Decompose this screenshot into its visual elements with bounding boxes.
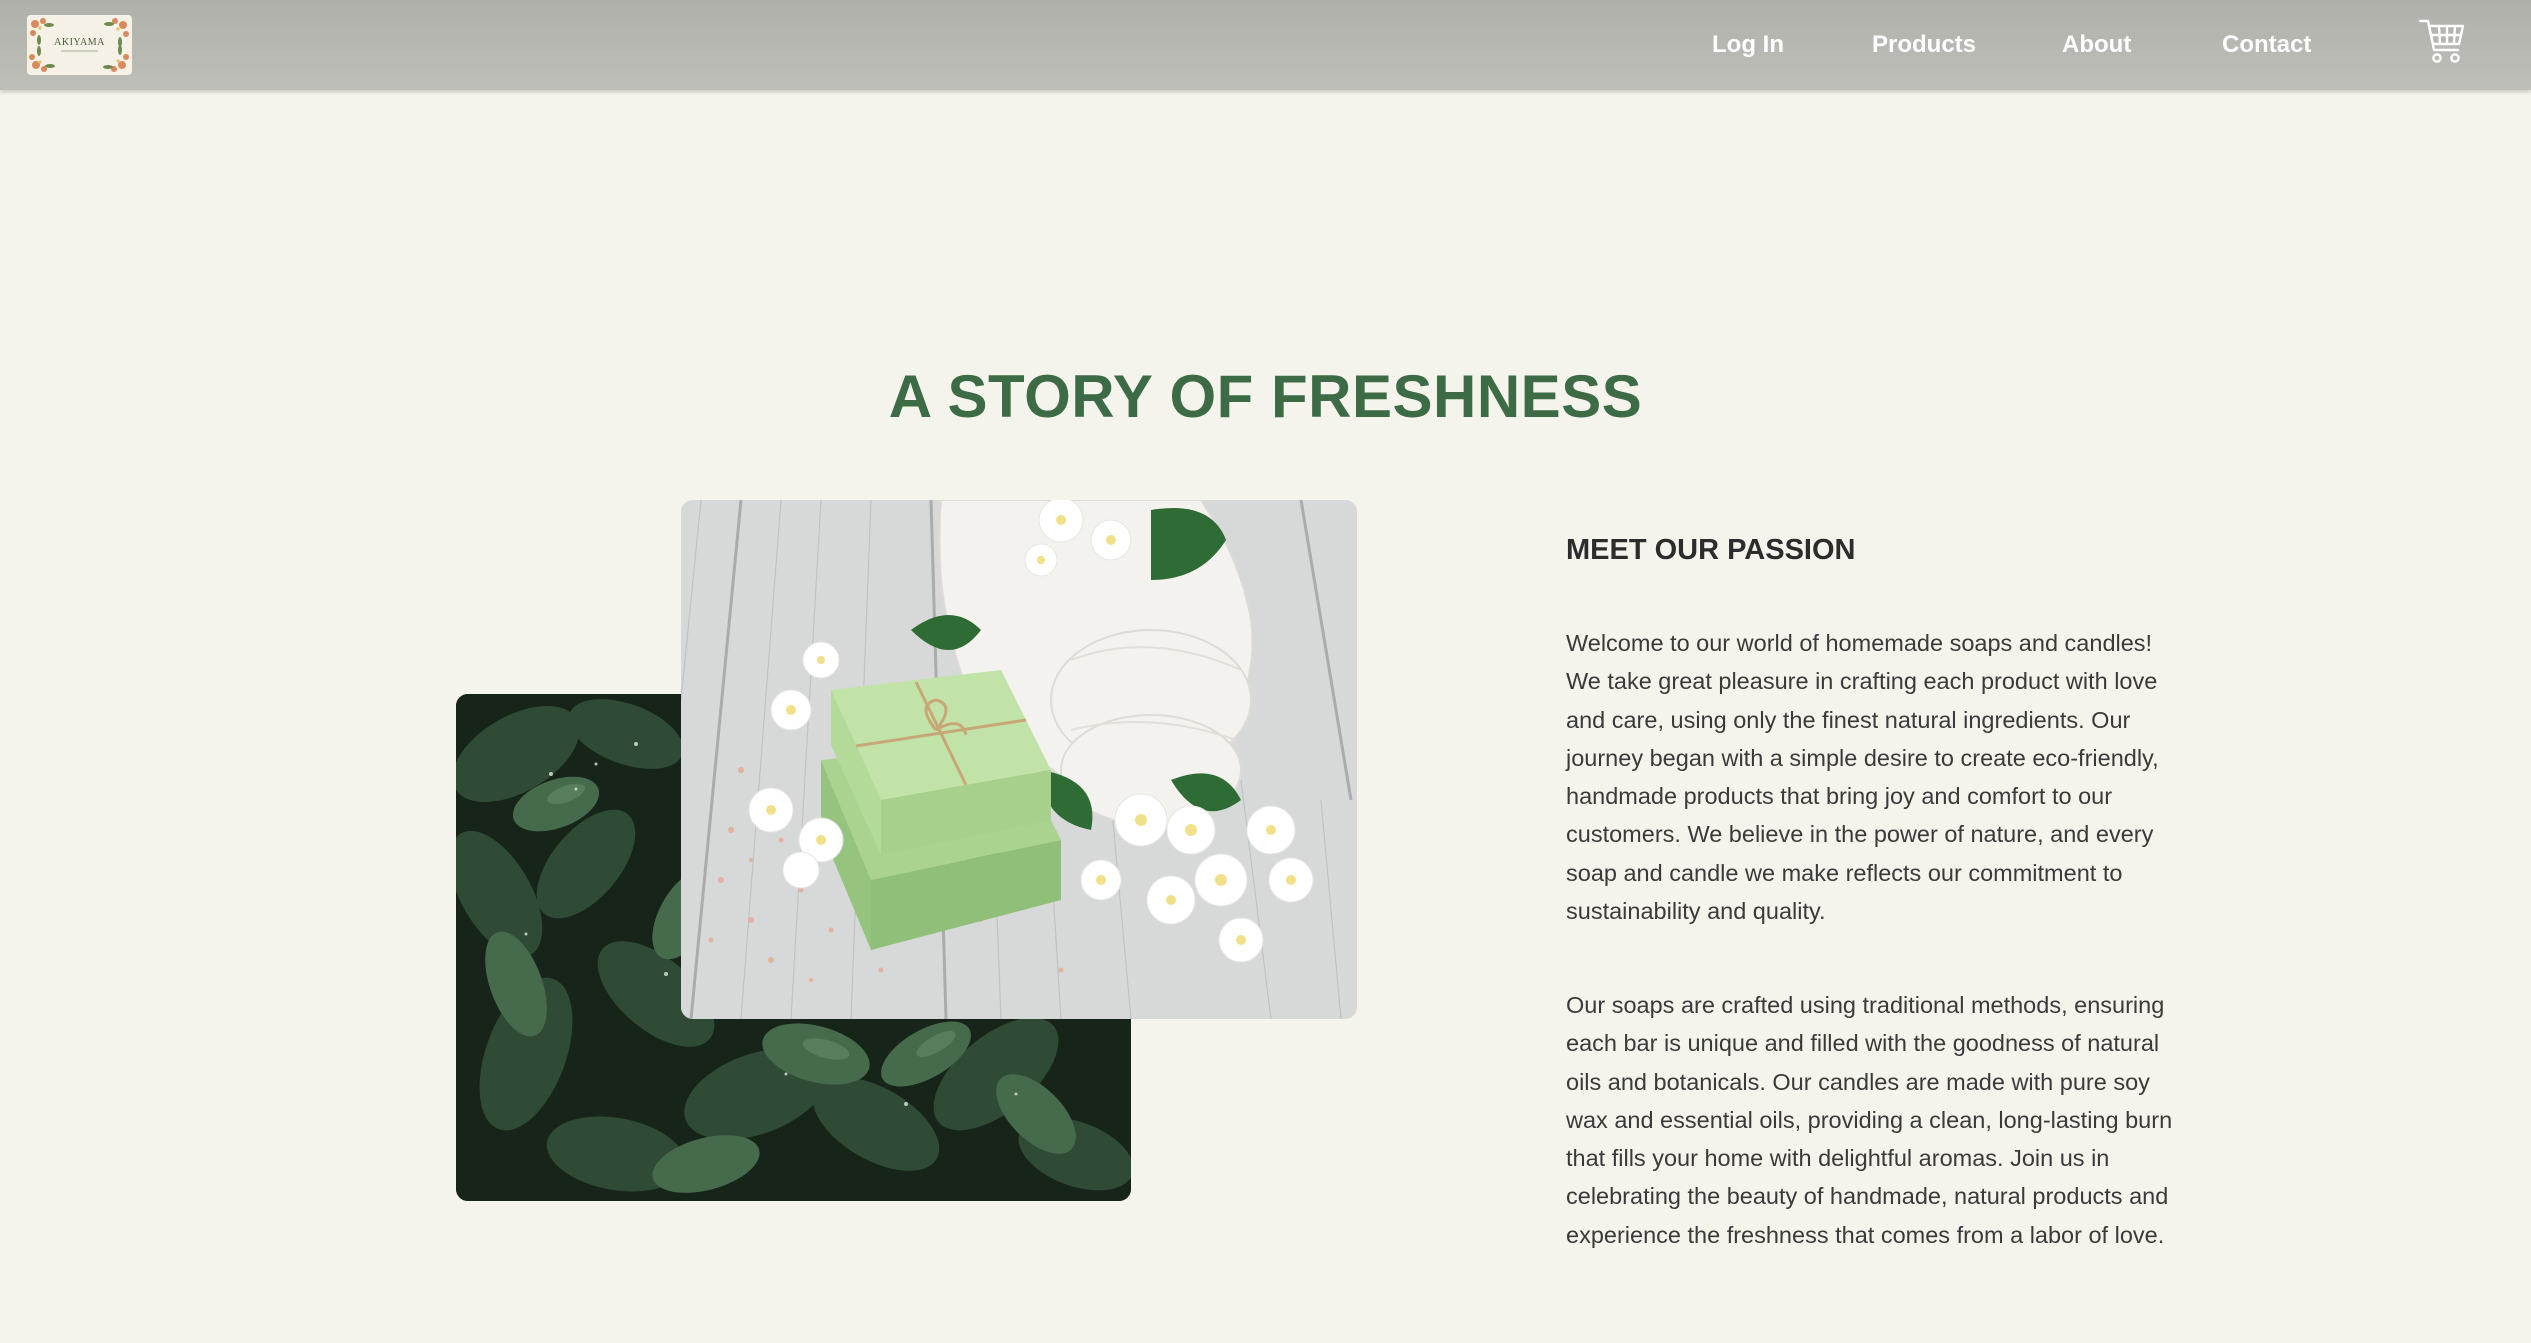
brand-logo[interactable]: AKIYAMA: [27, 15, 132, 75]
intro-paragraph: Welcome to our world of homemade soaps a…: [1566, 630, 2159, 925]
nav-about[interactable]: About: [2062, 31, 2131, 59]
cart-button[interactable]: [2418, 16, 2466, 68]
soap-towels-flowers-photo: [681, 500, 1357, 1019]
cart-icon: [2418, 19, 2465, 63]
page-title: A STORY OF FRESHNESS: [888, 363, 1643, 430]
nav-login[interactable]: Log In: [1712, 31, 1784, 59]
nav-contact[interactable]: Contact: [2222, 31, 2311, 59]
logo-wordmark: AKIYAMA: [54, 37, 105, 48]
section-heading: MEET OUR PASSION: [1566, 534, 1856, 566]
top-nav-bar: AKIYAMA Log In Products About Contact: [0, 0, 2531, 90]
nav-products[interactable]: Products: [1872, 31, 1976, 59]
process-paragraph: Our soaps are crafted using traditional …: [1566, 992, 2173, 1248]
